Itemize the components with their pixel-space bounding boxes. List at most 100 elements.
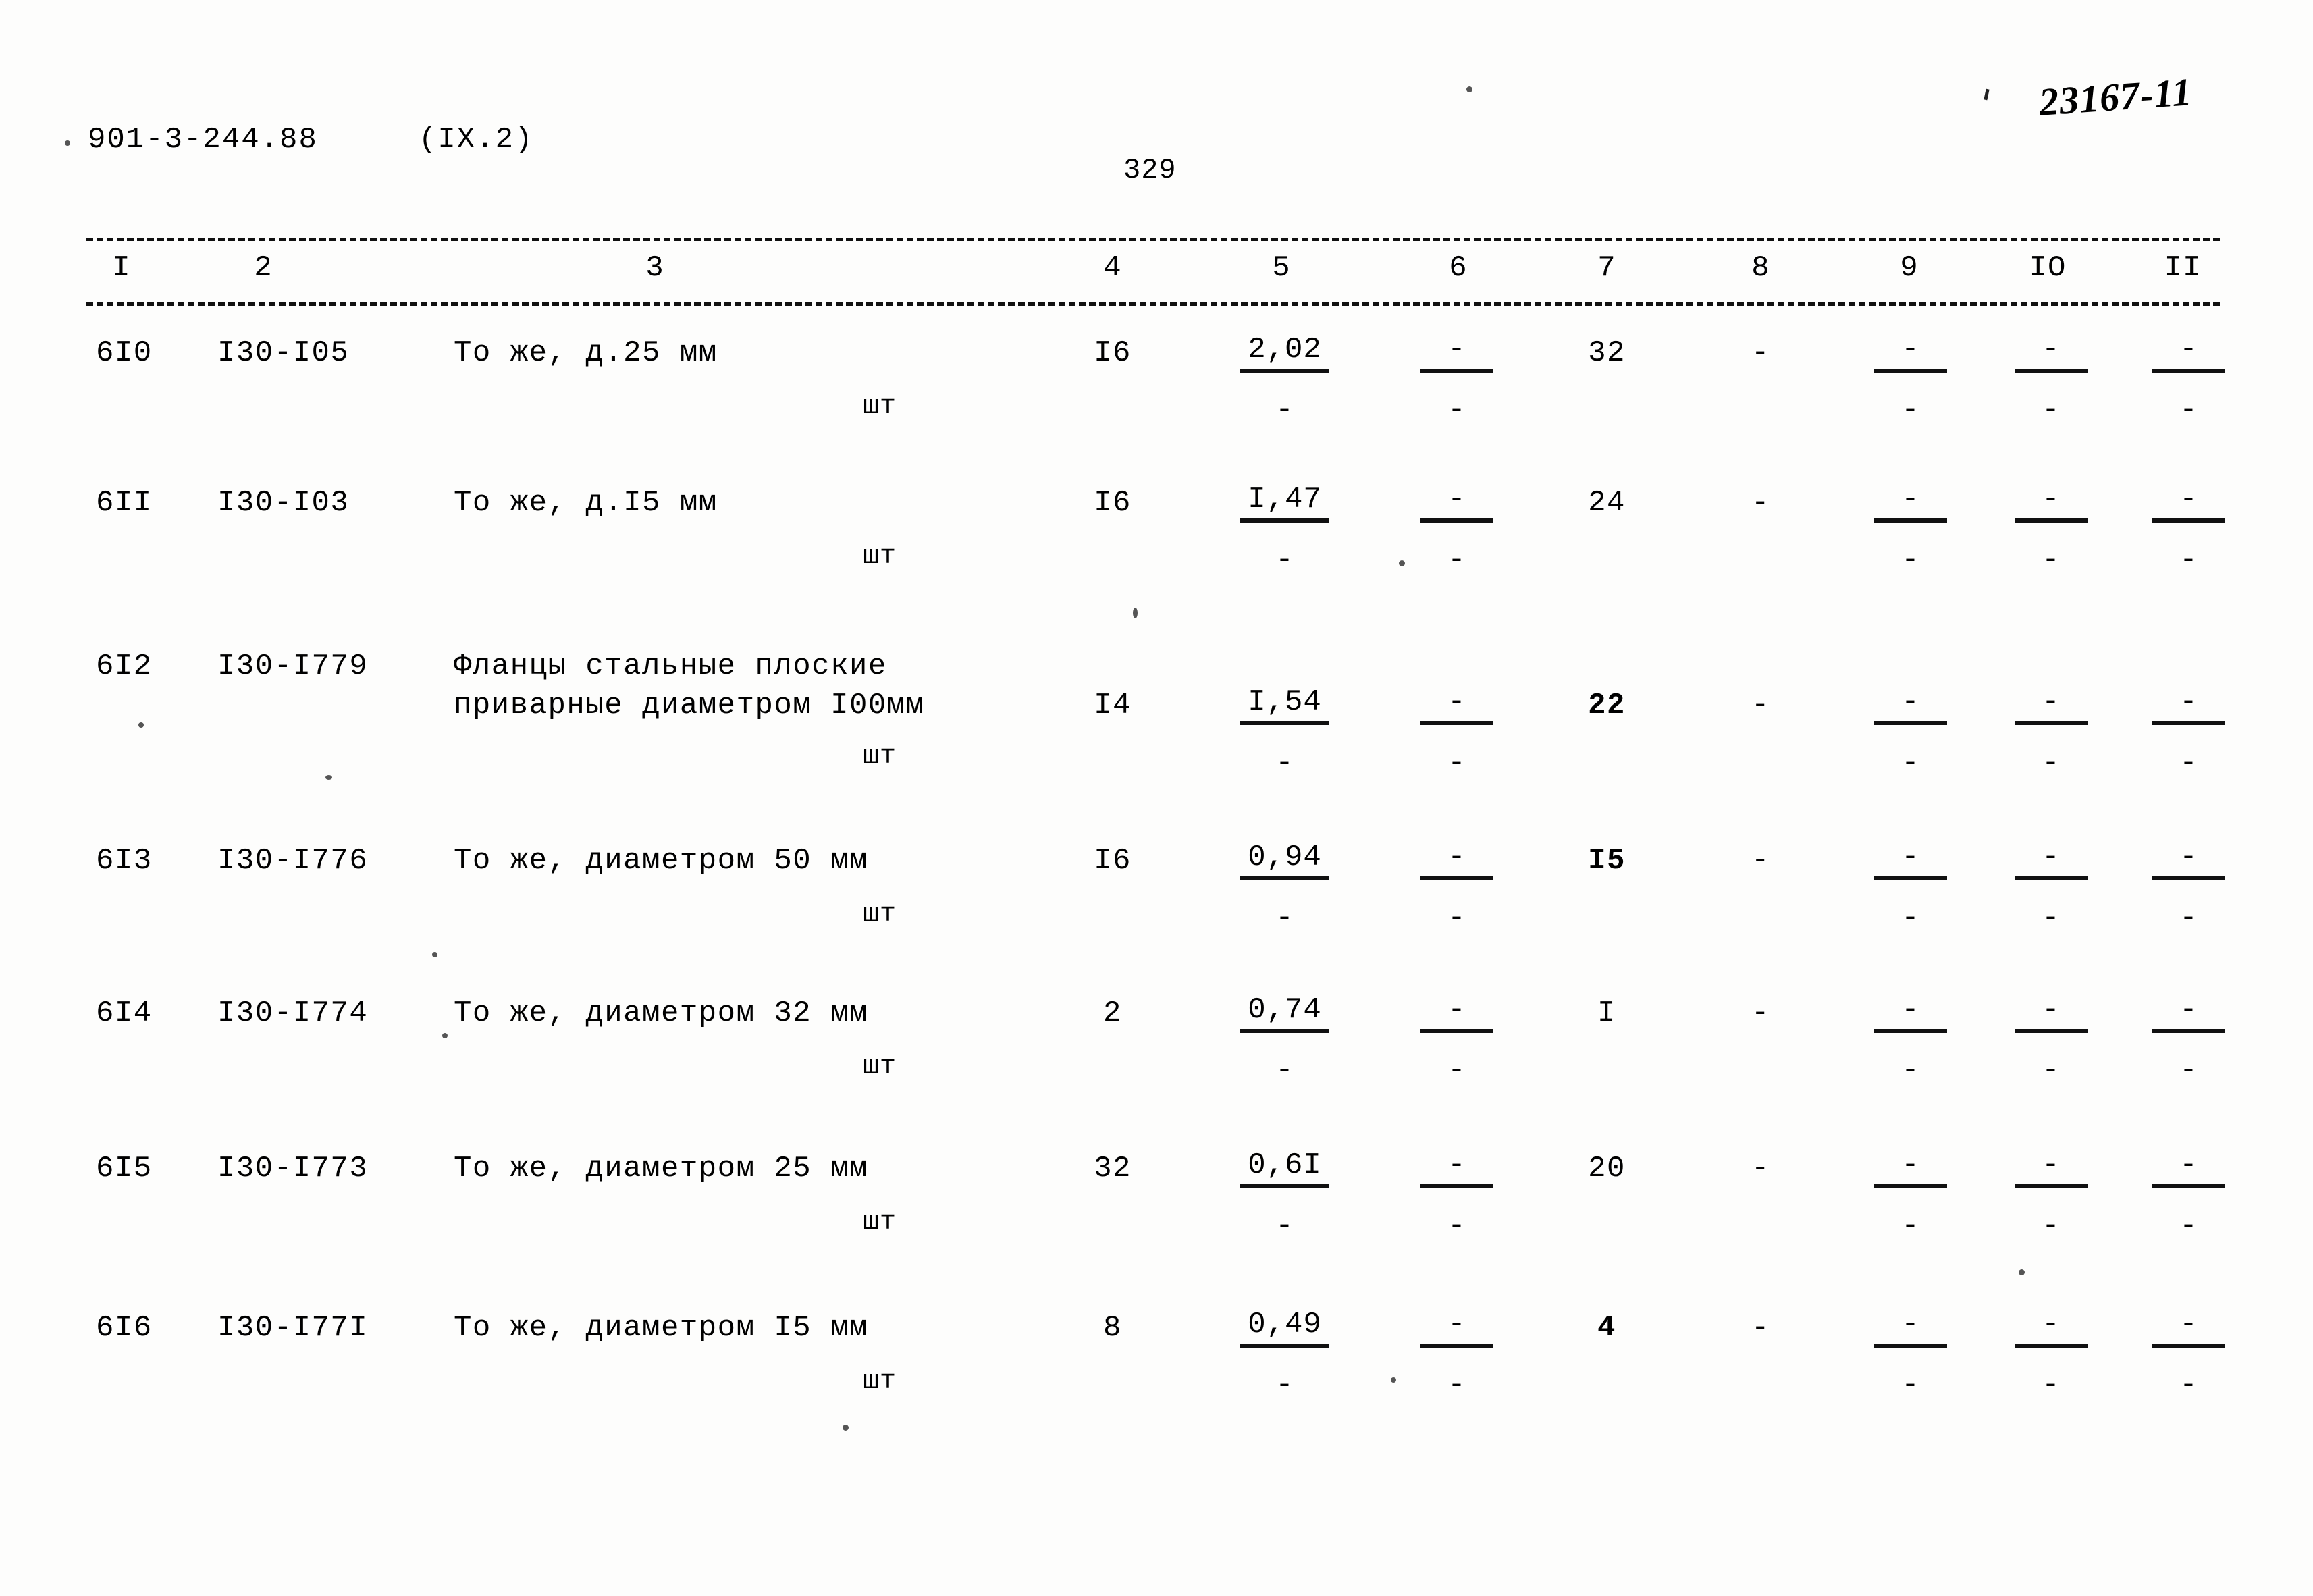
row-item-description: То же, диаметром 32 мм	[454, 996, 868, 1030]
row-col10-numerator: -	[2042, 841, 2061, 874]
row-col11-numerator: -	[2179, 1308, 2198, 1341]
fraction-bar	[1420, 721, 1493, 725]
row-col11-denominator: -	[2179, 1209, 2198, 1243]
column-header-2: 2	[254, 251, 273, 285]
table-rule-bottom	[86, 302, 2220, 306]
row-col5-denominator: -	[1275, 543, 1294, 577]
row-item-description: То же, диаметром I5 мм	[454, 1311, 868, 1345]
row-col5-numerator: 0,94	[1248, 841, 1322, 874]
row-col9-fraction: - -	[1863, 335, 1958, 425]
row-col6-denominator: -	[1447, 1368, 1466, 1402]
row-col9-numerator: -	[1901, 1308, 1920, 1341]
row-item-code: I30-I03	[217, 486, 350, 520]
row-col5-numerator: 0,6I	[1248, 1148, 1322, 1182]
fraction-bar	[1240, 721, 1329, 725]
fraction-bar	[2152, 518, 2225, 523]
scan-speck	[1466, 86, 1472, 92]
row-item-number: 6I2	[96, 649, 153, 683]
row-col6-fraction: - -	[1410, 687, 1504, 778]
row-col7-value: 22	[1588, 689, 1626, 722]
row-item-code: I30-I776	[217, 844, 369, 878]
row-col11-fraction: - -	[2142, 1150, 2236, 1241]
row-col6-numerator: -	[1447, 483, 1466, 516]
fraction-bar	[1874, 721, 1947, 725]
row-col11-fraction: - -	[2142, 485, 2236, 575]
row-col10-denominator: -	[2042, 1368, 2061, 1402]
row-col10-denominator: -	[2042, 901, 2061, 935]
row-col11-denominator: -	[2179, 543, 2198, 577]
row-col9-denominator: -	[1901, 1368, 1920, 1402]
row-col6-fraction: - -	[1410, 1150, 1504, 1241]
table-rule-top	[86, 238, 2220, 241]
row-col6-fraction: - -	[1410, 995, 1504, 1086]
fraction-bar	[1240, 876, 1329, 880]
fraction-bar	[2015, 1184, 2088, 1188]
row-col6-numerator: -	[1447, 1148, 1466, 1182]
row-col9-fraction: - -	[1863, 485, 1958, 575]
row-col6-denominator: -	[1447, 746, 1466, 780]
fraction-bar	[1874, 518, 1947, 523]
row-col9-numerator: -	[1901, 483, 1920, 516]
row-col7-value: 4	[1597, 1311, 1616, 1345]
row-col6-numerator: -	[1447, 685, 1466, 719]
row-col9-denominator: -	[1901, 1054, 1920, 1088]
row-col5-denominator: -	[1275, 394, 1294, 427]
row-col10-fraction: - -	[2004, 335, 2098, 425]
row-col11-fraction: - -	[2142, 687, 2236, 778]
row-item-description: Фланцы стальные плоские	[454, 649, 887, 683]
row-col5-fraction: 0,94 -	[1234, 843, 1335, 933]
row-item-description: То же, д.25 мм	[454, 336, 718, 370]
row-col11-numerator: -	[2179, 685, 2198, 719]
row-col6-fraction: - -	[1410, 485, 1504, 575]
row-col5-numerator: 0,49	[1248, 1308, 1322, 1341]
fraction-bar	[2015, 1344, 2088, 1348]
row-item-description: То же, д.I5 мм	[454, 486, 718, 520]
row-col5-fraction: 0,6I -	[1234, 1150, 1335, 1241]
row-col11-numerator: -	[2179, 483, 2198, 516]
row-col8-value: -	[1751, 1152, 1770, 1186]
row-item-code: I30-I779	[217, 649, 369, 683]
row-col4-qty: I6	[1094, 844, 1132, 878]
row-col11-denominator: -	[2179, 746, 2198, 780]
row-item-description: То же, диаметром 50 мм	[454, 844, 868, 878]
row-col10-denominator: -	[2042, 746, 2061, 780]
row-col5-denominator: -	[1275, 1054, 1294, 1088]
row-col10-fraction: - -	[2004, 995, 2098, 1086]
fraction-bar	[2152, 721, 2225, 725]
scan-speck	[325, 775, 332, 780]
fraction-bar	[1420, 1344, 1493, 1348]
column-header-4: 4	[1103, 251, 1122, 285]
row-col11-numerator: -	[2179, 333, 2198, 367]
row-col6-denominator: -	[1447, 901, 1466, 935]
column-header-6: 6	[1449, 251, 1468, 285]
row-col6-denominator: -	[1447, 1209, 1466, 1243]
row-unit-label: шт	[863, 1052, 897, 1082]
column-header-9: 9	[1900, 251, 1919, 285]
row-col9-fraction: - -	[1863, 1310, 1958, 1400]
row-col8-value: -	[1751, 689, 1770, 722]
fraction-bar	[2015, 1029, 2088, 1033]
row-col11-denominator: -	[2179, 394, 2198, 427]
row-col10-fraction: - -	[2004, 1150, 2098, 1241]
row-col6-numerator: -	[1447, 333, 1466, 367]
row-col6-fraction: - -	[1410, 335, 1504, 425]
row-col10-fraction: - -	[2004, 687, 2098, 778]
row-col4-qty: I6	[1094, 486, 1132, 520]
fraction-bar	[2152, 369, 2225, 373]
row-col5-fraction: 0,74 -	[1234, 995, 1335, 1086]
row-col11-numerator: -	[2179, 993, 2198, 1027]
row-col5-denominator: -	[1275, 901, 1294, 935]
row-col10-numerator: -	[2042, 1308, 2061, 1341]
row-col4-qty: 32	[1094, 1152, 1132, 1186]
row-col11-fraction: - -	[2142, 843, 2236, 933]
row-col10-fraction: - -	[2004, 485, 2098, 575]
row-col5-numerator: I,47	[1248, 483, 1322, 516]
scan-speck	[442, 1033, 448, 1038]
row-col4-qty: 8	[1103, 1311, 1122, 1345]
row-col5-fraction: 0,49 -	[1234, 1310, 1335, 1400]
row-col11-denominator: -	[2179, 901, 2198, 935]
row-col11-numerator: -	[2179, 1148, 2198, 1182]
column-header-3: 3	[645, 251, 664, 285]
fraction-bar	[1874, 1029, 1947, 1033]
column-header-8: 8	[1751, 251, 1770, 285]
